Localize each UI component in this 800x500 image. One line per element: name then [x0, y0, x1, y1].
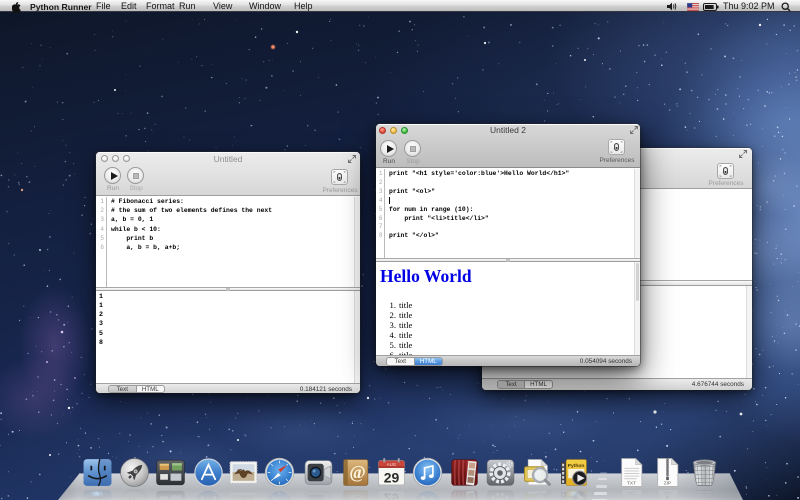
svg-text:@: @: [349, 462, 365, 482]
svg-text:29: 29: [384, 469, 400, 485]
svg-text:ZIP: ZIP: [664, 481, 671, 487]
svg-text:TXT: TXT: [627, 481, 636, 487]
svg-text:AUG: AUG: [387, 462, 397, 467]
svg-text:Python: Python: [568, 463, 585, 469]
